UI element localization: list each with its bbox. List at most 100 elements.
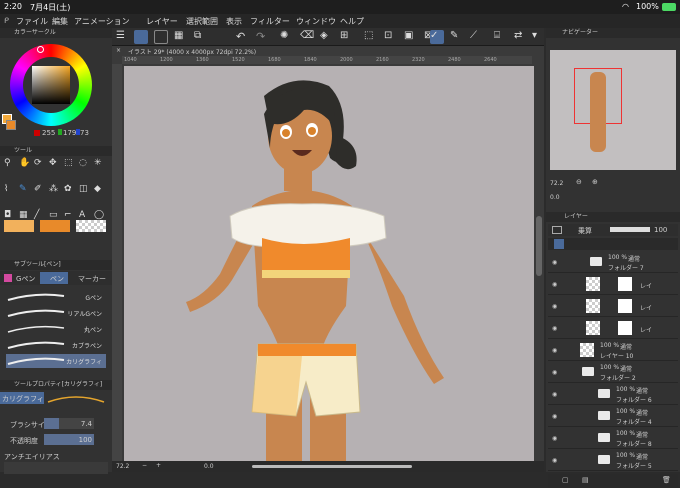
layer-row-folder-5[interactable]: ◉ 100 % 通常 フォルダー 5 xyxy=(548,450,678,471)
delete-layer-icon[interactable]: 🗑 xyxy=(662,476,671,484)
zoom-value[interactable]: 72.2 xyxy=(116,463,129,470)
zoom-in-icon[interactable]: + xyxy=(156,462,161,469)
color-wheel[interactable] xyxy=(10,44,92,126)
zoom-out-icon[interactable]: − xyxy=(142,462,147,469)
line-icon[interactable]: ⟋ xyxy=(470,30,484,44)
transform-icon[interactable] xyxy=(154,30,168,44)
brush-icon[interactable]: ✐ xyxy=(34,184,48,208)
select-icon[interactable]: ⬚ xyxy=(64,158,78,182)
select-mode-icon[interactable] xyxy=(134,30,148,44)
menu-selection[interactable]: 選択範囲 xyxy=(186,16,218,27)
new-layer-icon[interactable]: ▢ xyxy=(562,476,569,484)
canvas-document[interactable] xyxy=(124,66,534,461)
grid-icon[interactable]: ▦ xyxy=(174,30,188,44)
flip-icon[interactable]: ⇄ xyxy=(514,30,528,44)
eyedropper-icon[interactable]: ⌇ xyxy=(4,184,18,208)
layer-row-folder-8[interactable]: ◉ 100 % 通常 フォルダー 8 xyxy=(548,428,678,449)
more-icon[interactable]: ▾ xyxy=(532,30,546,44)
blend-mode-select[interactable]: 乗算 xyxy=(578,226,592,236)
brush-settings-icon[interactable]: ✎ xyxy=(450,30,464,44)
angle-value[interactable]: 0.0 xyxy=(204,463,214,470)
layer-opacity-value[interactable]: 100 xyxy=(654,226,667,234)
menu-animation[interactable]: アニメーション xyxy=(74,16,130,27)
layer-row-layer-10[interactable]: ◉ 100 % 通常 レイヤー 10 xyxy=(548,340,678,361)
transparent-color-bar[interactable] xyxy=(76,220,106,232)
snap-icon[interactable]: ⧉ xyxy=(194,30,208,44)
saturation-square[interactable] xyxy=(32,66,70,104)
layer-row-2[interactable]: ◉ レイ xyxy=(548,296,678,317)
nav-zoom-in-icon[interactable]: ⊕ xyxy=(592,178,598,186)
magnifier-icon[interactable]: ⚲ xyxy=(4,158,18,182)
layer-row-folder-7[interactable]: ◉ 100 % 通常 フォルダー 7 xyxy=(548,252,678,273)
brush-item-maru[interactable]: 丸ペン xyxy=(6,322,106,336)
layer-row-3[interactable]: ◉ レイ xyxy=(548,318,678,339)
app-logo-icon[interactable]: ᑭ xyxy=(4,16,9,25)
sub-color-bar[interactable] xyxy=(40,220,70,232)
crop-icon[interactable]: ⊞ xyxy=(340,30,354,44)
document-tab[interactable]: × イラスト 29* (4000 x 4000px 72dpi 72.2%) xyxy=(112,46,544,56)
menu-toggle-icon[interactable]: ☰ xyxy=(116,30,130,44)
visibility-eye-icon[interactable]: ◉ xyxy=(552,457,560,465)
brush-size-slider[interactable]: 7.4 xyxy=(44,418,94,429)
visibility-eye-icon[interactable]: ◉ xyxy=(552,413,560,421)
decoration-icon[interactable]: ✿ xyxy=(64,184,78,208)
blend-icon[interactable]: ◆ xyxy=(94,184,108,208)
main-color-bar[interactable] xyxy=(4,220,34,232)
redo-icon[interactable]: ↷ xyxy=(256,30,270,44)
menu-layer[interactable]: レイヤー xyxy=(146,16,178,27)
visibility-eye-icon[interactable]: ◉ xyxy=(552,369,560,377)
loading-icon[interactable]: ✺ xyxy=(280,30,294,44)
lock-transparent-icon[interactable] xyxy=(554,239,564,249)
menu-file[interactable]: ファイル xyxy=(16,16,48,27)
brush-item-kabura[interactable]: カブラペン xyxy=(6,338,106,352)
visibility-eye-icon[interactable]: ◉ xyxy=(552,435,560,443)
brush-item-calligraphy[interactable]: カリグラフィ xyxy=(6,354,106,368)
layer-color-box[interactable] xyxy=(552,226,562,234)
hue-cursor[interactable] xyxy=(37,46,44,53)
visibility-eye-icon[interactable]: ◉ xyxy=(552,391,560,399)
eraser-icon[interactable]: ◫ xyxy=(79,184,93,208)
menu-edit[interactable]: 編集 xyxy=(52,16,68,27)
lasso-icon[interactable]: ◌ xyxy=(79,158,93,182)
deselect-icon[interactable]: ⬚ xyxy=(364,30,378,44)
visibility-eye-icon[interactable]: ◉ xyxy=(552,303,560,311)
vertical-scrollbar[interactable] xyxy=(536,66,542,461)
layer-row-folder-2[interactable]: ◉ 100 % 通常 フォルダー 2 xyxy=(548,362,678,383)
pen-tool-icon[interactable]: ✎ xyxy=(19,184,33,208)
layer-row-folder-4[interactable]: ◉ 100 % 通常 フォルダー 4 xyxy=(548,406,678,427)
nav-zoom-out-icon[interactable]: ⊖ xyxy=(576,178,582,186)
menu-window[interactable]: ウィンドウ xyxy=(296,16,336,27)
navigator-preview[interactable] xyxy=(550,50,676,170)
clear-icon[interactable]: ⌫ xyxy=(300,30,314,44)
airbrush-icon[interactable]: ⁂ xyxy=(49,184,63,208)
visibility-eye-icon[interactable]: ◉ xyxy=(552,281,560,289)
new-folder-icon[interactable]: ▤ xyxy=(582,476,589,484)
menu-view[interactable]: 表示 xyxy=(226,16,242,27)
camera-icon[interactable]: ⌸ xyxy=(494,30,508,44)
menu-filter[interactable]: フィルター xyxy=(250,16,290,27)
fill-bucket-icon[interactable]: ◈ xyxy=(320,30,334,44)
layer-row-folder-6[interactable]: ◉ 100 % 通常 フォルダー 6 xyxy=(548,384,678,405)
correction-icon[interactable]: ✓ xyxy=(430,30,444,44)
hand-icon[interactable]: ✋ xyxy=(19,158,33,182)
undo-icon[interactable]: ↶ xyxy=(236,30,250,44)
menu-help[interactable]: ヘルプ xyxy=(340,16,364,27)
show-area-icon[interactable]: ▣ xyxy=(404,30,418,44)
subtool-tab-marker[interactable]: マーカー xyxy=(78,274,106,284)
opacity-slider[interactable]: 100 xyxy=(44,434,94,445)
antialias-options[interactable] xyxy=(4,462,108,474)
brush-item-g[interactable]: Gペン xyxy=(6,290,106,304)
visibility-eye-icon[interactable]: ◉ xyxy=(552,259,560,267)
subtool-tab-g[interactable]: Gペン xyxy=(16,274,35,284)
invert-icon[interactable]: ⊡ xyxy=(384,30,398,44)
close-icon[interactable]: × xyxy=(116,47,121,54)
layer-opacity-slider[interactable] xyxy=(610,227,650,232)
visibility-eye-icon[interactable]: ◉ xyxy=(552,347,560,355)
navigator-angle[interactable]: 0.0 xyxy=(550,194,560,201)
layer-row-1[interactable]: ◉ レイ xyxy=(548,274,678,295)
visibility-eye-icon[interactable]: ◉ xyxy=(552,325,560,333)
subtool-tab-pen[interactable]: ペン xyxy=(40,272,68,284)
horizontal-scrollbar[interactable] xyxy=(252,465,412,468)
navigator-zoom[interactable]: 72.2 xyxy=(550,180,563,187)
move-icon[interactable]: ✥ xyxy=(49,158,63,182)
